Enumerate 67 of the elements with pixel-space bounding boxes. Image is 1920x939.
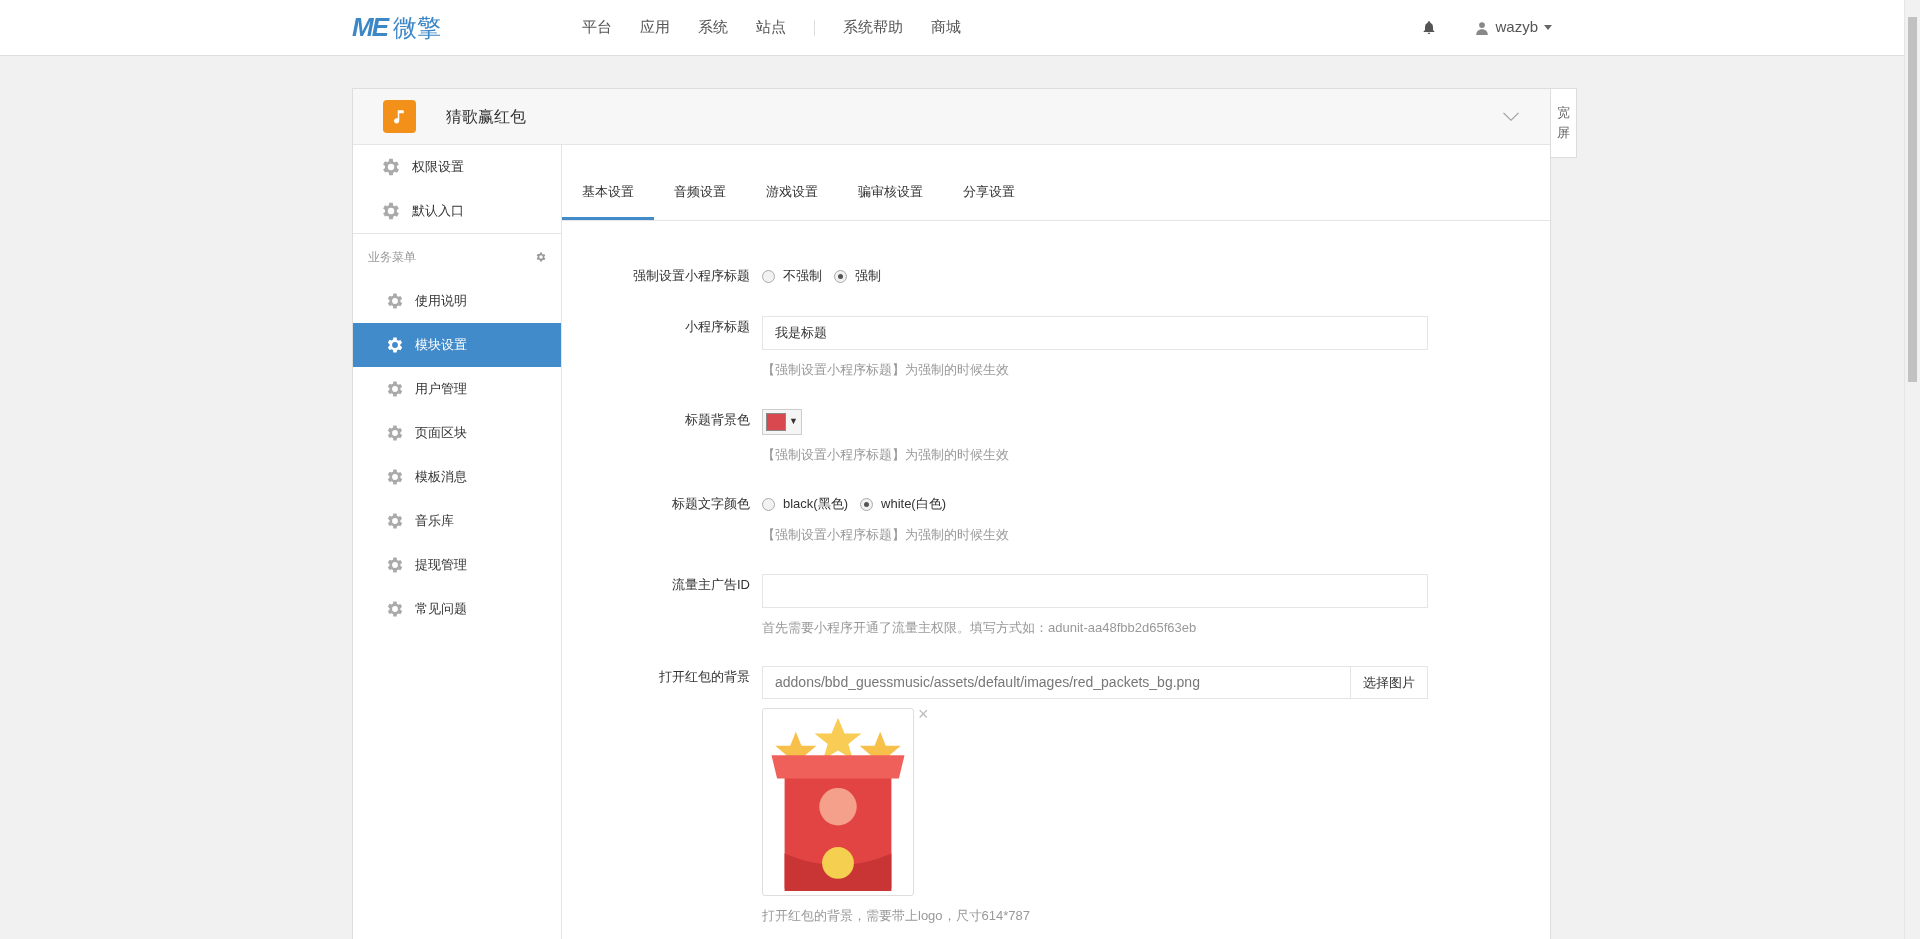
caret-icon <box>1544 25 1552 30</box>
tab[interactable]: 游戏设置 <box>746 166 838 220</box>
help-text: 【强制设置小程序标题】为强制的时候生效 <box>762 445 1009 464</box>
radio-button[interactable] <box>762 497 775 511</box>
sidebar-item[interactable]: 页面区块 <box>353 411 561 455</box>
widescreen-button[interactable]: 宽屏 <box>1551 88 1577 158</box>
field-label: 强制设置小程序标题 <box>632 267 751 285</box>
nav-link[interactable]: 系统帮助 <box>843 16 903 39</box>
help-text: 首先需要小程序开通了流量主权限。填写方式如：adunit-aa48fbb2d65f63eb <box>762 618 1198 637</box>
radio-label: 强制 <box>855 267 881 286</box>
logo-text: 微擎 <box>393 12 441 43</box>
user-icon <box>1475 19 1490 36</box>
help-text: 【强制设置小程序标题】为强制的时候生效 <box>762 526 1009 544</box>
tab[interactable]: 基本设置 <box>562 166 654 220</box>
sidebar-item[interactable]: 使用说明 <box>353 279 561 323</box>
gear-icon <box>385 291 405 311</box>
sidebar-item[interactable]: 常见问题 <box>353 587 561 631</box>
gear-icon <box>380 200 402 222</box>
tab[interactable]: 骗审核设置 <box>838 166 943 220</box>
choose-image-button[interactable]: 选择图片 <box>1351 666 1428 699</box>
field-label: 打开红包的背景 <box>658 668 751 686</box>
sidebar-item[interactable]: 模块设置 <box>353 323 561 367</box>
text-field[interactable]: 我是标题 <box>762 316 1428 350</box>
nav-link[interactable]: 平台 <box>582 16 612 39</box>
radio-button[interactable] <box>834 269 847 283</box>
nav-link[interactable]: 商城 <box>931 16 961 39</box>
gear-icon <box>385 423 405 443</box>
gear-icon <box>385 335 405 355</box>
gear-icon <box>385 511 405 531</box>
text-field[interactable] <box>762 573 1428 608</box>
nav-link[interactable]: 系统 <box>698 16 728 39</box>
color-picker[interactable]: ▼ <box>762 408 802 435</box>
field-label: 标题背景色 <box>684 410 751 429</box>
help-text: 打开红包的背景，需要带上logo，尺寸614*787 <box>762 907 1032 925</box>
gear-icon <box>385 467 405 487</box>
gear-icon <box>385 379 405 399</box>
module-title: 猜歌赢红包 <box>446 106 526 127</box>
sidebar-item[interactable]: 模板消息 <box>353 455 561 499</box>
sidebar-item[interactable]: 音乐库 <box>353 499 561 543</box>
gear-icon <box>385 555 405 575</box>
tab[interactable]: 音频设置 <box>654 166 746 220</box>
radio-button[interactable] <box>762 269 775 283</box>
help-text: 【强制设置小程序标题】为强制的时候生效 <box>762 361 1010 379</box>
field-label: 小程序标题 <box>684 318 751 336</box>
sidebar-item[interactable]: 用户管理 <box>353 367 561 411</box>
logo-mark: ME <box>352 11 387 44</box>
gear-icon <box>380 156 402 178</box>
radio-label: black(黑色) <box>783 495 848 514</box>
user-menu[interactable]: wazyb <box>1475 16 1552 39</box>
sidebar-item[interactable]: 提现管理 <box>353 543 561 587</box>
field-label: 标题文字颜色 <box>671 495 751 513</box>
chevron-down-icon[interactable] <box>1502 111 1520 122</box>
nav-link[interactable]: 应用 <box>640 16 670 39</box>
tab[interactable]: 分享设置 <box>943 166 1035 220</box>
radio-label: white(白色) <box>881 495 947 514</box>
gear-icon <box>535 250 547 263</box>
caret-icon: ▼ <box>789 414 798 429</box>
image-path-field[interactable]: addons/bbd_guessmusic/assets/default/images/red_packets_bg.png <box>762 666 1351 699</box>
scrollbar[interactable] <box>1904 0 1920 939</box>
field-label: 流量主广告ID <box>671 575 751 594</box>
gear-icon <box>385 599 405 619</box>
radio-button[interactable] <box>860 497 873 511</box>
section-title: 业务菜单 <box>368 248 416 266</box>
sidebar-item[interactable]: 权限设置 <box>353 145 561 189</box>
nav-link[interactable]: 站点 <box>756 16 786 39</box>
sidebar-item[interactable]: 默认入口 <box>353 189 561 233</box>
radio-label: 不强制 <box>783 267 822 286</box>
